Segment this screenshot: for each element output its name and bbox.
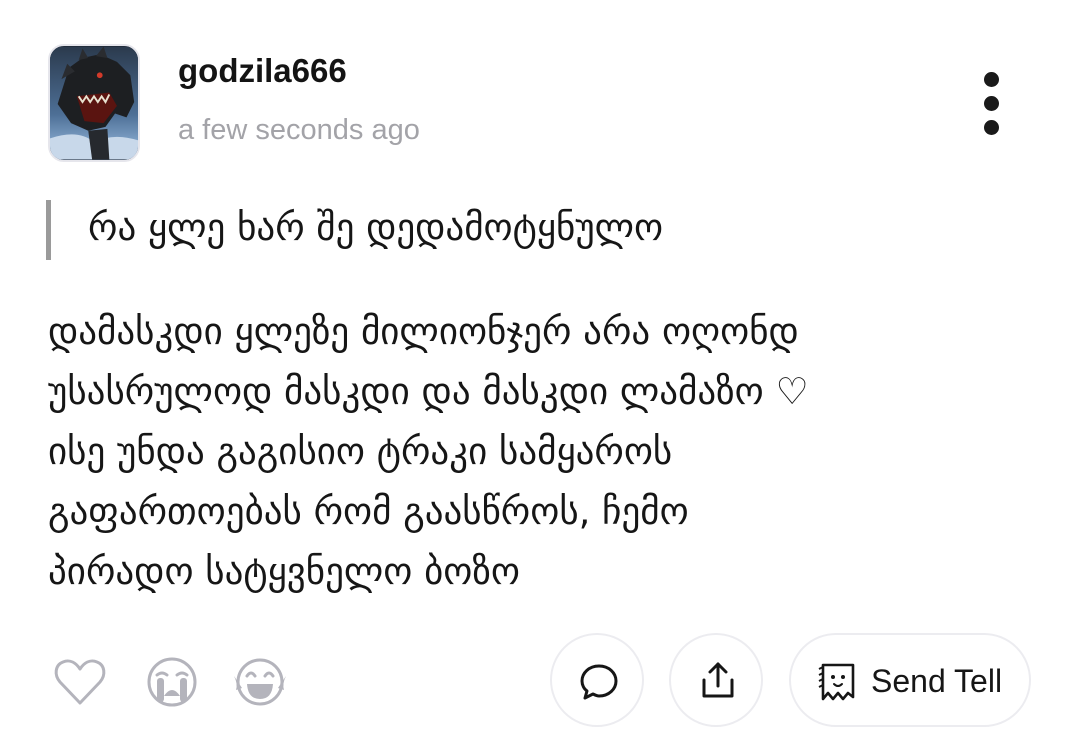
body-line: უსასრულოდ მასკდი და მასკდი ლამაზო ♡ (48, 370, 809, 413)
ghost-note-icon (818, 663, 855, 701)
laughing-reaction-button[interactable] (232, 654, 288, 710)
body-line: გაფართოებას რომ გაასწროს, ჩემო (48, 490, 689, 533)
heart-reaction-button[interactable] (52, 654, 108, 710)
laughing-face-icon (234, 658, 286, 706)
share-button[interactable] (669, 633, 763, 727)
send-tell-label: Send Tell (871, 663, 1003, 699)
crying-reaction-button[interactable] (144, 654, 200, 710)
more-options-button[interactable] (972, 66, 1012, 144)
share-upload-icon (702, 662, 734, 698)
comment-bubble-icon (580, 664, 618, 700)
post-body: დამასკდი ყლეზე მილიონჯერ არა ოღონდ უსასრ… (48, 302, 1038, 602)
dot (984, 96, 999, 111)
send-tell-button[interactable]: Send Tell (789, 633, 1031, 727)
dot (984, 120, 999, 135)
comment-button[interactable] (550, 633, 644, 727)
quote-bar (46, 200, 51, 260)
heart-icon (54, 659, 106, 705)
body-line: დამასკდი ყლეზე მილიონჯერ არა ოღონდ (48, 310, 799, 353)
post-timestamp: a few seconds ago (178, 114, 420, 146)
author-username[interactable]: godzila666 (178, 52, 347, 90)
dot (984, 72, 999, 87)
body-line: პირადო სატყვნელო ბოზო (48, 550, 520, 593)
avatar[interactable] (48, 44, 140, 162)
godzilla-avatar-icon (50, 46, 138, 160)
body-line: ისე უნდა გაგისიო ტრაკი სამყაროს (48, 430, 673, 473)
quote-text: რა ყლე ხარ შე დედამოტყნულო (88, 206, 664, 249)
crying-face-icon (147, 657, 197, 707)
